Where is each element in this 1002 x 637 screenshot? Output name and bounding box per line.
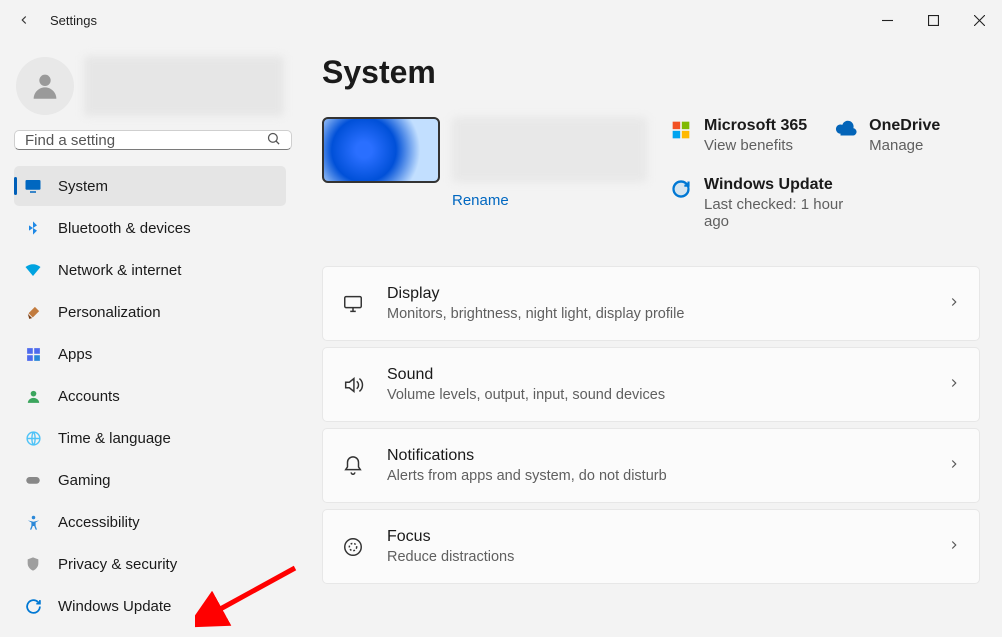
tile-sub: View benefits — [704, 137, 807, 154]
monitor-icon — [24, 177, 42, 195]
sidebar-item-apps[interactable]: Apps — [14, 334, 286, 374]
chevron-right-icon — [947, 457, 961, 474]
tile-onedrive[interactable]: OneDrive Manage — [835, 117, 940, 154]
tile-microsoft-365[interactable]: Microsoft 365 View benefits — [670, 117, 807, 154]
update-icon — [670, 178, 692, 200]
gamepad-icon — [24, 471, 42, 489]
sidebar: System Bluetooth & devices Network & int… — [0, 40, 300, 637]
settings-list: Display Monitors, brightness, night ligh… — [322, 266, 980, 584]
setting-display[interactable]: Display Monitors, brightness, night ligh… — [322, 266, 980, 341]
setting-sub: Monitors, brightness, night light, displ… — [387, 306, 925, 322]
sidebar-item-label: System — [58, 178, 108, 195]
update-icon — [24, 597, 42, 615]
sidebar-item-system[interactable]: System — [14, 166, 286, 206]
sidebar-item-accounts[interactable]: Accounts — [14, 376, 286, 416]
sidebar-item-windows-update[interactable]: Windows Update — [14, 586, 286, 626]
titlebar: Settings — [0, 0, 1002, 40]
chevron-right-icon — [947, 376, 961, 393]
nav-list: System Bluetooth & devices Network & int… — [14, 166, 286, 626]
sidebar-item-label: Accounts — [58, 388, 120, 405]
setting-sub: Reduce distractions — [387, 549, 925, 565]
sidebar-item-label: Accessibility — [58, 514, 140, 531]
tile-title: Windows Update — [704, 176, 864, 194]
tile-windows-update[interactable]: Windows Update Last checked: 1 hour ago — [670, 176, 980, 230]
minimize-button[interactable] — [864, 6, 910, 34]
shield-icon — [24, 555, 42, 573]
sidebar-item-label: Apps — [58, 346, 92, 363]
profile-card[interactable] — [14, 52, 286, 120]
maximize-button[interactable] — [910, 6, 956, 34]
person-icon — [24, 387, 42, 405]
sidebar-item-accessibility[interactable]: Accessibility — [14, 502, 286, 542]
wifi-icon — [24, 261, 42, 279]
setting-notifications[interactable]: Notifications Alerts from apps and syste… — [322, 428, 980, 503]
setting-sound[interactable]: Sound Volume levels, output, input, soun… — [322, 347, 980, 422]
app-title: Settings — [50, 13, 97, 28]
search-icon — [266, 131, 281, 149]
sidebar-item-bluetooth[interactable]: Bluetooth & devices — [14, 208, 286, 248]
setting-title: Display — [387, 285, 925, 303]
apps-icon — [24, 345, 42, 363]
sidebar-item-label: Network & internet — [58, 262, 181, 279]
avatar — [16, 57, 74, 115]
sidebar-item-label: Bluetooth & devices — [58, 220, 191, 237]
content-pane: System Rename Microsoft 365 Vi — [300, 40, 1002, 637]
sidebar-item-gaming[interactable]: Gaming — [14, 460, 286, 500]
tile-sub: Last checked: 1 hour ago — [704, 196, 864, 230]
device-thumbnail[interactable] — [322, 117, 440, 183]
sidebar-item-privacy-security[interactable]: Privacy & security — [14, 544, 286, 584]
sidebar-item-label: Windows Update — [58, 598, 171, 615]
profile-info-blurred — [84, 56, 284, 116]
sidebar-item-label: Personalization — [58, 304, 161, 321]
sound-icon — [341, 373, 365, 397]
setting-focus[interactable]: Focus Reduce distractions — [322, 509, 980, 584]
tile-title: OneDrive — [869, 117, 940, 135]
close-button[interactable] — [956, 6, 1002, 34]
page-title: System — [322, 54, 980, 91]
sidebar-item-network[interactable]: Network & internet — [14, 250, 286, 290]
setting-title: Notifications — [387, 447, 925, 465]
sidebar-item-label: Privacy & security — [58, 556, 177, 573]
sidebar-item-time-language[interactable]: Time & language — [14, 418, 286, 458]
setting-title: Focus — [387, 528, 925, 546]
sidebar-item-label: Gaming — [58, 472, 111, 489]
search-input[interactable] — [25, 132, 266, 149]
onedrive-icon — [835, 119, 857, 141]
sidebar-item-label: Time & language — [58, 430, 171, 447]
notifications-icon — [341, 454, 365, 478]
tile-title: Microsoft 365 — [704, 117, 807, 135]
rename-link[interactable]: Rename — [452, 192, 647, 209]
setting-sub: Volume levels, output, input, sound devi… — [387, 387, 925, 403]
display-icon — [341, 292, 365, 316]
chevron-right-icon — [947, 295, 961, 312]
hero-row: Rename Microsoft 365 View benefits — [322, 117, 980, 230]
search-box[interactable] — [14, 130, 292, 150]
tile-sub: Manage — [869, 137, 940, 154]
accessibility-icon — [24, 513, 42, 531]
setting-sub: Alerts from apps and system, do not dist… — [387, 468, 925, 484]
microsoft-icon — [670, 119, 692, 141]
brush-icon — [24, 303, 42, 321]
bluetooth-icon — [24, 219, 42, 237]
setting-title: Sound — [387, 366, 925, 384]
back-button[interactable] — [10, 6, 38, 34]
device-name-blurred — [452, 117, 647, 182]
sidebar-item-personalization[interactable]: Personalization — [14, 292, 286, 332]
chevron-right-icon — [947, 538, 961, 555]
globe-icon — [24, 429, 42, 447]
focus-icon — [341, 535, 365, 559]
